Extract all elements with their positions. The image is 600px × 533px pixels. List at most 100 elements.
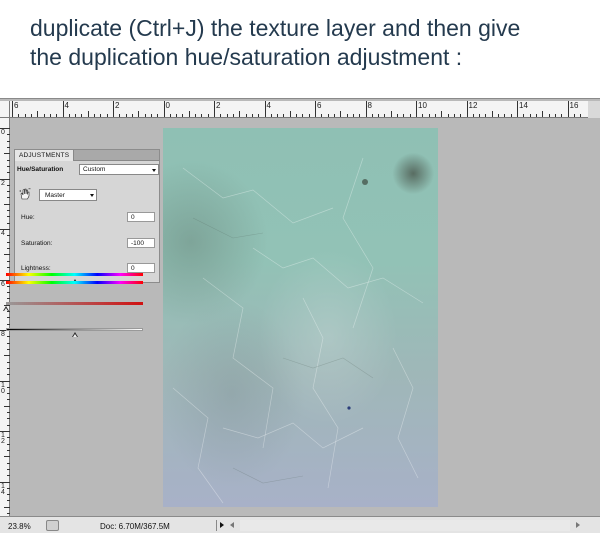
saturation-label: Saturation: <box>21 240 53 247</box>
ruler-minor-tick <box>7 184 10 186</box>
lightness-input[interactable]: 0 <box>127 263 155 273</box>
zoom-level[interactable]: 23.8% <box>8 522 31 531</box>
adjustments-panel: ADJUSTMENTS Hue/Saturation Custom Master… <box>14 149 160 283</box>
ruler-minor-tick <box>7 197 10 199</box>
adjustment-title: Hue/Saturation <box>17 166 64 173</box>
scroll-right-arrow[interactable] <box>576 522 580 528</box>
ruler-minor-tick <box>7 513 10 515</box>
ruler-minor-tick <box>7 500 10 502</box>
ruler-minor-tick <box>207 114 209 117</box>
ruler-minor-tick <box>7 317 10 319</box>
ruler-minor-tick <box>409 114 411 117</box>
ruler-minor-tick <box>580 114 582 117</box>
ruler-minor-tick <box>7 210 10 212</box>
hue-input[interactable]: 0 <box>127 212 155 222</box>
ruler-minor-tick <box>7 241 10 243</box>
ruler-minor-tick <box>270 114 272 117</box>
status-options-button[interactable] <box>46 520 59 531</box>
ruler-label: 6 <box>14 101 19 110</box>
channel-dropdown[interactable]: Master <box>39 189 97 201</box>
scroll-left-arrow[interactable] <box>230 522 234 528</box>
horizontal-ruler[interactable]: 6 4 2 0 2 4 6 8 10 12 14 16 <box>10 101 588 118</box>
ruler-minor-tick <box>56 114 58 117</box>
ruler-minor-tick <box>251 114 253 117</box>
texture-canvas[interactable] <box>163 128 438 507</box>
ruler-minor-tick <box>7 140 10 142</box>
ruler-end-cap <box>588 101 600 118</box>
hue-result-bar <box>6 281 143 284</box>
ruler-minor-tick <box>548 114 550 117</box>
ruler-minor-tick <box>4 153 10 155</box>
ruler-minor-tick <box>7 165 10 167</box>
ruler-major-tick <box>163 101 165 117</box>
ruler-minor-tick <box>81 114 83 117</box>
ruler-minor-tick <box>7 134 10 136</box>
adjustments-tab[interactable]: ADJUSTMENTS <box>15 150 75 161</box>
ruler-minor-tick <box>188 111 190 117</box>
ruler-minor-tick <box>7 374 10 376</box>
ruler-minor-tick <box>479 114 481 117</box>
ruler-minor-tick <box>7 266 10 268</box>
saturation-bar <box>6 302 143 305</box>
horizontal-scrollbar[interactable] <box>240 520 570 531</box>
ruler-minor-tick <box>7 159 10 161</box>
lightness-slider-thumb[interactable] <box>71 332 78 337</box>
ruler-minor-tick <box>460 114 462 117</box>
preset-value: Custom <box>83 166 106 173</box>
ruler-minor-tick <box>283 114 285 117</box>
ruler-minor-tick <box>441 111 443 117</box>
ruler-minor-tick <box>447 114 449 117</box>
ruler-minor-tick <box>542 111 544 117</box>
ruler-minor-tick <box>106 114 108 117</box>
ruler-minor-tick <box>535 114 537 117</box>
ruler-minor-tick <box>169 114 171 117</box>
ruler-label: 2 <box>115 101 120 110</box>
vertical-ruler[interactable]: 0 2 4 6 8 10 12 14 <box>0 118 10 516</box>
ruler-minor-tick <box>352 114 354 117</box>
ruler-major-tick <box>264 101 266 117</box>
ruler-minor-tick <box>397 114 399 117</box>
ruler-origin-corner[interactable] <box>0 101 10 118</box>
ruler-minor-tick <box>87 111 89 117</box>
ruler-minor-tick <box>75 114 77 117</box>
ruler-major-tick <box>466 101 468 117</box>
ruler-minor-tick <box>371 114 373 117</box>
ruler-minor-tick <box>4 506 10 508</box>
ruler-minor-tick <box>68 114 70 117</box>
ruler-minor-tick <box>226 114 228 117</box>
saturation-input[interactable]: -100 <box>127 238 155 248</box>
ruler-minor-tick <box>7 285 10 287</box>
ruler-minor-tick <box>321 114 323 117</box>
status-bar: 23.8% Doc: 6.70M/367.5M <box>0 516 600 533</box>
preset-dropdown[interactable]: Custom <box>79 164 159 175</box>
ruler-minor-tick <box>453 114 455 117</box>
ruler-minor-tick <box>346 114 348 117</box>
play-triangle-icon[interactable] <box>216 520 226 531</box>
ruler-minor-tick <box>7 462 10 464</box>
ruler-label: 2 <box>216 101 221 110</box>
ruler-minor-tick <box>333 114 335 117</box>
caption-line-2: the duplication hue/saturation adjustmen… <box>30 44 463 70</box>
ruler-minor-tick <box>7 367 10 369</box>
ruler-minor-tick <box>7 437 10 439</box>
ruler-minor-tick <box>485 114 487 117</box>
targeted-adjustment-hand-icon[interactable] <box>19 188 31 200</box>
ruler-label: 12 <box>468 101 478 110</box>
ruler-minor-tick <box>7 487 10 489</box>
ruler-minor-tick <box>43 114 45 117</box>
ruler-minor-tick <box>94 114 96 117</box>
ruler-minor-tick <box>49 114 51 117</box>
ruler-minor-tick <box>7 222 10 224</box>
ruler-minor-tick <box>119 114 121 117</box>
ruler-major-tick <box>517 101 518 117</box>
photoshop-document-window: 6 4 2 0 2 4 6 8 10 12 14 16 0 2 4 6 8 10 12 14 <box>0 98 600 533</box>
ruler-minor-tick <box>378 114 380 117</box>
ruler-label: 10 <box>418 101 427 110</box>
ruler-minor-tick <box>472 114 474 117</box>
saturation-slider-thumb[interactable] <box>3 306 9 311</box>
ruler-minor-tick <box>195 114 197 117</box>
ruler-label: 4 <box>266 101 271 110</box>
ruler-minor-tick <box>4 203 10 205</box>
ruler-minor-tick <box>100 114 102 117</box>
ruler-minor-tick <box>24 114 26 117</box>
